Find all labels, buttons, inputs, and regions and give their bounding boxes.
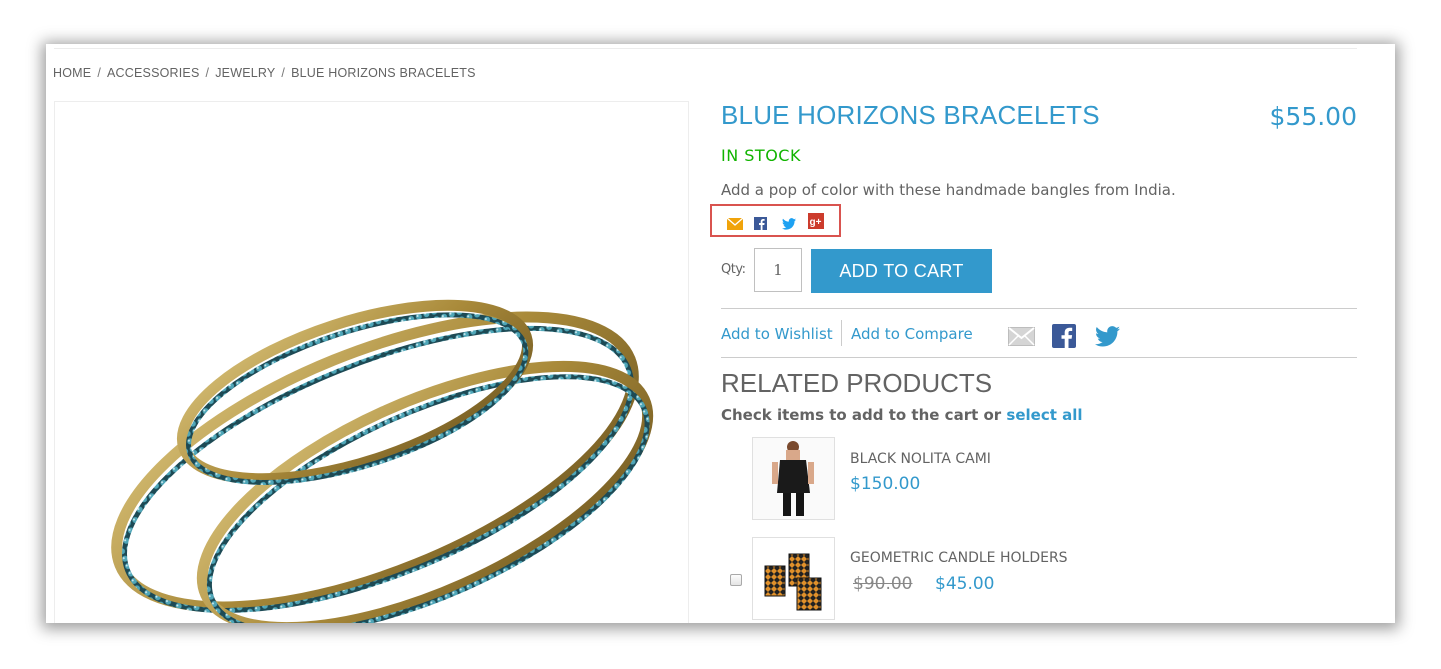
facebook-icon[interactable]	[1052, 324, 1076, 352]
related-item-thumbnail[interactable]	[752, 437, 835, 520]
cami-image	[753, 438, 834, 519]
related-instructions-text: Check items to add to the cart or	[721, 406, 1002, 424]
related-item-old-price: $90.00	[853, 574, 913, 594]
add-to-compare-link[interactable]: Add to Compare	[851, 325, 973, 343]
google-plus-icon[interactable]: g+	[808, 213, 824, 233]
svg-text:g+: g+	[810, 217, 822, 228]
candle-holders-image	[753, 538, 834, 619]
breadcrumb-home[interactable]: HOME	[53, 66, 91, 80]
twitter-icon[interactable]	[1095, 326, 1120, 351]
qty-label: Qty:	[721, 262, 746, 277]
breadcrumb-separator: /	[205, 66, 210, 80]
divider	[721, 308, 1357, 309]
top-divider	[54, 48, 1357, 49]
stock-status: IN STOCK	[721, 146, 801, 165]
email-icon[interactable]	[1008, 327, 1035, 350]
bracelets-image	[111, 299, 654, 623]
related-item-name[interactable]: GEOMETRIC CANDLE HOLDERS	[850, 550, 1068, 566]
breadcrumb-separator: /	[281, 66, 286, 80]
related-item-checkbox[interactable]	[730, 574, 742, 586]
related-item-name[interactable]: BLACK NOLITA CAMI	[850, 451, 991, 467]
related-products-heading: RELATED PRODUCTS	[721, 368, 993, 398]
product-title: BLUE HORIZONS BRACELETS	[721, 100, 1100, 130]
select-all-link[interactable]: select all	[1006, 406, 1082, 424]
breadcrumb-current: BLUE HORIZONS BRACELETS	[291, 66, 476, 80]
facebook-icon[interactable]	[754, 215, 767, 234]
email-icon[interactable]	[726, 215, 744, 234]
actions-separator	[841, 320, 842, 346]
twitter-icon[interactable]	[782, 215, 796, 234]
related-item-thumbnail[interactable]	[752, 537, 835, 620]
add-to-wishlist-link[interactable]: Add to Wishlist	[721, 325, 833, 343]
product-description: Add a pop of color with these handmade b…	[721, 181, 1176, 199]
share-icons-highlight: g+	[710, 204, 841, 237]
related-item-price: $45.00	[935, 574, 995, 594]
breadcrumb-separator: /	[97, 66, 101, 80]
related-products-instructions: Check items to add to the cart or select…	[721, 406, 1083, 424]
breadcrumb: HOME / ACCESSORIES / JEWELRY / BLUE HORIZONS B…	[53, 66, 476, 80]
product-image[interactable]	[54, 101, 689, 623]
product-price: $55.00	[1269, 102, 1357, 131]
add-to-cart-button[interactable]: ADD TO CART	[811, 249, 992, 293]
divider	[721, 357, 1357, 358]
breadcrumb-jewelry[interactable]: JEWELRY	[215, 66, 275, 80]
related-item-price: $150.00	[850, 474, 921, 494]
product-page: HOME / ACCESSORIES / JEWELRY / BLUE HORIZONS B…	[46, 44, 1395, 623]
qty-input[interactable]	[754, 248, 802, 292]
breadcrumb-accessories[interactable]: ACCESSORIES	[107, 66, 200, 80]
